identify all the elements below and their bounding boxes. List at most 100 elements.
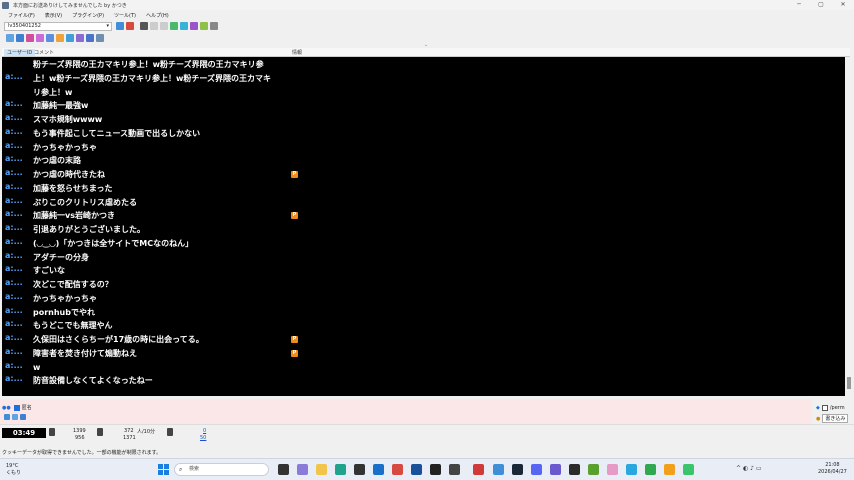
comment-row[interactable]: a:... ぷりこのクリトリス虐めたる — [2, 196, 845, 210]
plugin-icon-5[interactable] — [210, 22, 218, 30]
gift-points[interactable]: 50 — [200, 435, 206, 441]
scrollbar-thumb[interactable] — [847, 377, 851, 389]
minimize-button[interactable]: ─ — [788, 0, 810, 10]
comment-user-id[interactable]: a:... — [5, 347, 31, 356]
comment-user-id[interactable]: a:... — [5, 113, 31, 122]
explorer-icon[interactable] — [316, 464, 327, 475]
tray-volume-icon[interactable]: ♪ — [750, 465, 754, 472]
column-user-id[interactable]: ユーザーID — [4, 49, 36, 56]
comment-input-area[interactable]: ●● 匿名 — [0, 399, 812, 424]
tray-chevron-icon[interactable]: ^ — [736, 465, 741, 472]
comment-row[interactable]: a:... 久保田はさくらちーが17歳の時に出会ってる。 P — [2, 333, 845, 347]
app-icon-lime[interactable] — [683, 464, 694, 475]
comment-user-id[interactable]: a:... — [5, 292, 31, 301]
anonymous-checkbox[interactable] — [13, 404, 20, 411]
plugin-icon-2[interactable] — [180, 22, 188, 30]
store-icon[interactable] — [354, 464, 365, 475]
start-button[interactable] — [158, 464, 169, 475]
edge-icon[interactable] — [335, 464, 346, 475]
comment-row[interactable]: a:... かつ虐の末路 — [2, 154, 845, 168]
blank-icon-2[interactable] — [160, 22, 168, 30]
comment-user-id[interactable]: a:... — [5, 196, 31, 205]
terminal-icon[interactable] — [569, 464, 580, 475]
tool-icon-3[interactable] — [26, 34, 34, 42]
position-icon[interactable] — [20, 414, 26, 420]
comment-row[interactable]: 粉チーズ界隈の王カマキリ参上！w粉チーズ界隈の王カマキリ参 — [2, 58, 845, 72]
comment-user-id[interactable]: a:... — [5, 182, 31, 191]
size-icon[interactable] — [12, 414, 18, 420]
comment-row[interactable]: リ参上！w — [2, 86, 845, 100]
column-info[interactable]: 情報 — [292, 49, 302, 56]
comment-user-id[interactable]: a:... — [5, 374, 31, 383]
tool-icon-8[interactable] — [76, 34, 84, 42]
taskbar-clock[interactable]: 21:08 2026/04/27 — [818, 462, 847, 476]
app-icon-blue[interactable] — [411, 464, 422, 475]
column-comment[interactable]: コメント — [34, 49, 54, 56]
comment-row[interactable]: a:... 次どこで配信するの？ — [2, 278, 845, 292]
comment-row[interactable]: a:... 上！w粉チーズ界隈の王カマキリ参上！w粉チーズ界隈の王カマキ — [2, 72, 845, 86]
app-icon-dark[interactable] — [430, 464, 441, 475]
comment-user-id[interactable]: a:... — [5, 278, 31, 287]
app-icon-green[interactable] — [645, 464, 656, 475]
comment-row[interactable]: a:... すごいな — [2, 264, 845, 278]
comment-row[interactable]: a:... もう事件起こしてニュース動画で出るしかない — [2, 127, 845, 141]
comment-row[interactable]: a:... 引退ありがとうございました。 — [2, 223, 845, 237]
comment-row[interactable]: a:... かつ虐の時代きたね P — [2, 168, 845, 182]
tool-icon-5[interactable] — [46, 34, 54, 42]
comment-user-id[interactable]: a:... — [5, 264, 31, 273]
ad-points[interactable]: 0 — [203, 428, 206, 434]
steam-icon[interactable] — [512, 464, 523, 475]
tool-icon-1[interactable] — [6, 34, 14, 42]
tool-icon-9[interactable] — [86, 34, 94, 42]
taskview-icon[interactable] — [278, 464, 289, 475]
app-icon-red[interactable] — [392, 464, 403, 475]
menu-view[interactable]: 表示(V) — [45, 12, 62, 19]
close-button[interactable]: ✕ — [832, 0, 854, 10]
maximize-button[interactable]: ▢ — [810, 0, 832, 10]
system-tray[interactable]: ^ ◐ ♪ ▭ — [736, 465, 762, 472]
plugin-icon-3[interactable] — [190, 22, 198, 30]
comment-row[interactable]: a:... かっちゃかっちゃ — [2, 141, 845, 155]
comment-user-id[interactable]: a:... — [5, 154, 31, 163]
comment-list[interactable]: 粉チーズ界隈の王カマキリ参上！w粉チーズ界隈の王カマキリ参 a:... 上！w粉チー… — [2, 57, 845, 396]
weather-widget[interactable]: 19°C くもり — [6, 463, 21, 476]
comment-row[interactable]: a:... 防音設備しなくてよくなったねー — [2, 374, 845, 388]
comment-row[interactable]: a:... (◡‿◡)「かつきは全サイトでMCなのねん」 — [2, 237, 845, 251]
comment-user-id[interactable]: a:... — [5, 319, 31, 328]
discord-icon[interactable] — [531, 464, 542, 475]
comment-user-id[interactable]: a:... — [5, 306, 31, 315]
mail-icon[interactable] — [373, 464, 384, 475]
comment-user-id[interactable]: a:... — [5, 127, 31, 136]
plugin-icon-4[interactable] — [200, 22, 208, 30]
comment-user-id[interactable]: a:... — [5, 141, 31, 150]
app-icon-comment-viewer[interactable] — [493, 464, 504, 475]
menu-tools[interactable]: ツール(T) — [114, 12, 136, 19]
comment-scrollbar[interactable] — [846, 57, 852, 396]
app-icon-purple[interactable] — [550, 464, 561, 475]
comment-row[interactable]: a:... 障害者を焚き付けて煽動ねえ P — [2, 347, 845, 361]
comment-row[interactable]: a:... アダチーの分身 — [2, 251, 845, 265]
disconnect-icon[interactable] — [126, 22, 134, 30]
comment-user-id[interactable]: a:... — [5, 168, 31, 177]
comment-user-id[interactable]: a:... — [5, 237, 31, 246]
color-icon[interactable] — [4, 414, 10, 420]
plugin-icon-1[interactable] — [170, 22, 178, 30]
tool-icon-6[interactable] — [56, 34, 64, 42]
comment-row[interactable]: a:... 加藤を怒らせちまった — [2, 182, 845, 196]
blank-icon[interactable] — [150, 22, 158, 30]
comment-user-id[interactable]: a:... — [5, 251, 31, 260]
write-button[interactable]: 書き込み — [822, 414, 849, 423]
live-id-combo[interactable]: lv350401252 ▾ — [4, 21, 112, 31]
comment-row[interactable]: a:... 加藤純一最強w — [2, 99, 845, 113]
chrome-icon[interactable] — [473, 464, 484, 475]
comment-user-id[interactable]: a:... — [5, 361, 31, 370]
copilot-icon[interactable] — [297, 464, 308, 475]
comment-row[interactable]: a:... pornhubでやれ — [2, 306, 845, 320]
menu-help[interactable]: ヘルプ(H) — [146, 12, 169, 19]
tool-icon-2[interactable] — [16, 34, 24, 42]
menu-plugin[interactable]: プラグイン(P) — [72, 12, 104, 19]
menu-file[interactable]: ファイル(F) — [8, 12, 35, 19]
minecraft-icon[interactable] — [588, 464, 599, 475]
comment-row[interactable]: a:... もうどこでも無理やん — [2, 319, 845, 333]
settings-icon[interactable] — [140, 22, 148, 30]
